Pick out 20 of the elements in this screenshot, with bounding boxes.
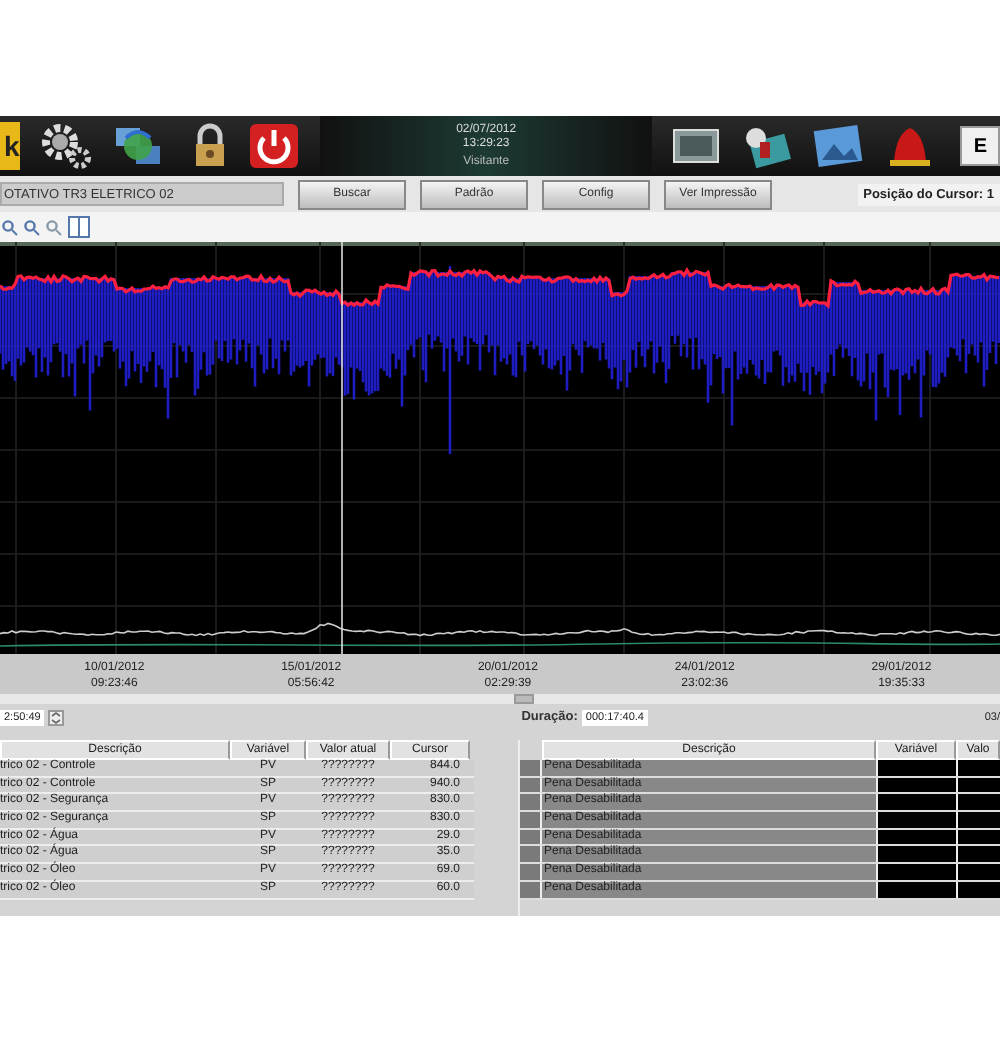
spin-icon[interactable] <box>48 709 65 725</box>
picture-icon[interactable] <box>812 122 865 170</box>
padlock-icon[interactable] <box>191 122 228 170</box>
table-cell <box>956 794 1000 811</box>
network-globe-icon[interactable] <box>111 122 164 170</box>
zoom-icon[interactable] <box>46 219 62 235</box>
table-cell <box>876 794 956 811</box>
tools-icon[interactable] <box>740 122 793 170</box>
table-cell <box>956 846 1000 863</box>
e-button[interactable]: E <box>960 126 1000 166</box>
power-icon[interactable] <box>247 122 300 170</box>
table-cell <box>876 846 956 863</box>
time-scrollbar[interactable] <box>0 694 1000 704</box>
split-view-icon[interactable] <box>68 216 90 238</box>
logo-fragment: k <box>0 122 20 170</box>
zoom-out-icon[interactable] <box>24 219 40 235</box>
gears-icon[interactable] <box>39 122 92 170</box>
scroll-thumb[interactable] <box>514 694 534 704</box>
zoom-in-icon[interactable] <box>2 219 18 235</box>
monitor-icon[interactable] <box>672 128 721 164</box>
